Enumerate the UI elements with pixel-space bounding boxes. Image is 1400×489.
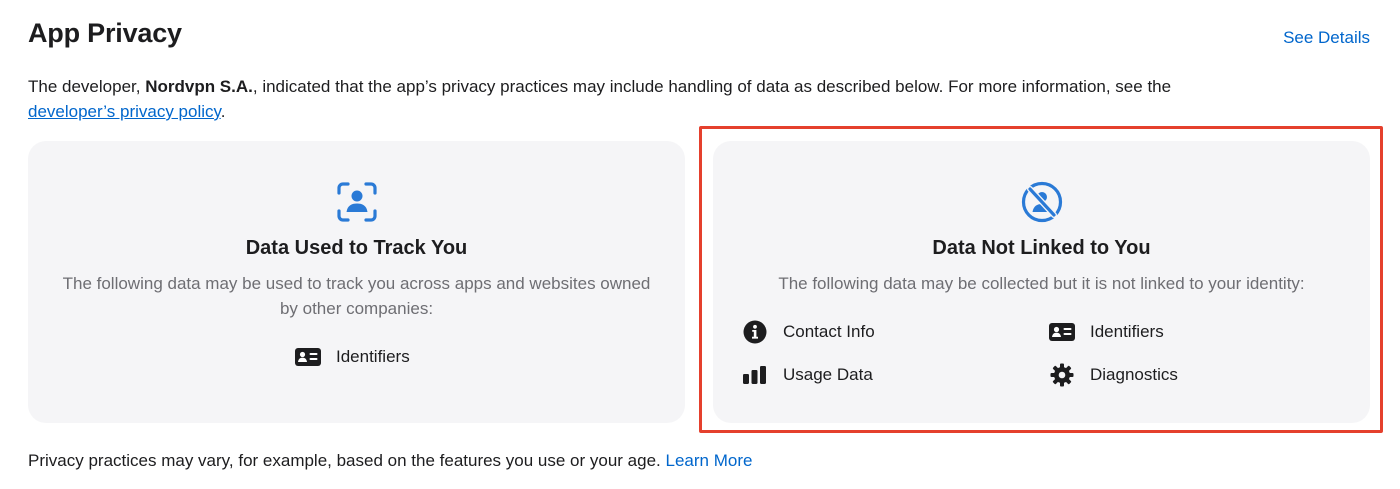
description-suffix: . — [220, 102, 226, 121]
tracking-card-title: Data Used to Track You — [245, 237, 468, 259]
privacy-description: The developer, Nordvpn S.A., indicated t… — [28, 74, 1358, 124]
tracking-icon — [336, 181, 378, 223]
id-card-icon — [294, 345, 322, 369]
data-type-identifiers: Identifiers — [294, 345, 410, 369]
privacy-policy-link[interactable]: developer’s privacy policy — [28, 102, 221, 121]
data-type-label: Identifiers — [336, 347, 410, 366]
developer-name: Nordvpn S.A. — [145, 77, 253, 96]
description-middle: , indicated that the app’s privacy pract… — [252, 77, 1172, 96]
tracking-card: Data Used to Track You The following dat… — [28, 141, 685, 423]
learn-more-link[interactable]: Learn More — [666, 451, 753, 470]
highlight-box — [699, 126, 1383, 433]
privacy-footer: Privacy practices may vary, for example,… — [28, 451, 752, 471]
section-header: App Privacy See Details — [28, 18, 1370, 54]
page-title: App Privacy — [28, 18, 182, 48]
description-prefix: The developer, — [28, 77, 146, 96]
footer-text: Privacy practices may vary, for example,… — [28, 451, 666, 470]
see-details-link[interactable]: See Details — [1283, 28, 1370, 48]
tracking-card-subtitle: The following data may be used to track … — [62, 274, 651, 318]
